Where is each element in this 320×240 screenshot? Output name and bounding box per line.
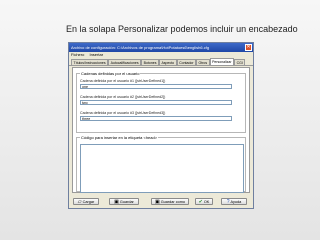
menu-file[interactable]: Fichero — [71, 52, 84, 57]
tab-buttons[interactable]: Botones — [141, 59, 159, 65]
help-button[interactable]: ?Ayuda — [221, 198, 247, 205]
load-button[interactable]: ▱Cargar — [73, 198, 99, 205]
menu-insert[interactable]: Insertar — [89, 52, 103, 57]
window-title: Archivo de configuración: C:\Archivos de… — [71, 45, 210, 50]
field-2-input[interactable]: two — [80, 100, 232, 105]
tab-appearance[interactable]: Aspecto — [158, 59, 177, 65]
field-2-label: Cadena definida por el usuario #2 ([strU… — [80, 95, 166, 99]
folder-icon: ▱ — [77, 199, 82, 205]
save-as-icon: ▣ — [154, 199, 160, 205]
field-1-label: Cadena definida por el usuario #1 ([strU… — [80, 79, 166, 83]
tab-titles[interactable]: Títulos/Instrucciones — [71, 59, 109, 65]
tab-strip: Títulos/Instrucciones Autocalificaciones… — [69, 58, 253, 66]
tab-customize[interactable]: Personalizar — [209, 58, 235, 65]
config-window: Archivo de configuración: C:\Archivos de… — [68, 42, 254, 209]
field-1-input[interactable]: one — [80, 84, 232, 89]
save-icon: ▣ — [114, 199, 119, 205]
button-bar: ▱Cargar ▣Guardar ▣Guardar como ✔OK ?Ayud… — [69, 197, 253, 207]
save-button[interactable]: ▣Guardar — [109, 198, 139, 205]
field-3-label: Cadena definida por el usuario #3 ([strU… — [80, 111, 166, 115]
save-as-button[interactable]: ▣Guardar como — [151, 198, 189, 205]
custom-strings-title: Cadenas definidas por el usuario — [80, 71, 141, 76]
check-icon: ✔ — [198, 199, 203, 205]
close-icon[interactable]: ✕ — [245, 44, 252, 51]
head-code-textarea[interactable] — [80, 144, 244, 193]
tab-counter[interactable]: Contador — [176, 59, 197, 65]
customize-panel: Cadenas definidas por el usuario Cadena … — [72, 67, 250, 193]
head-code-title: Código para insertar en la etiqueta <hea… — [80, 135, 159, 140]
tab-autograding[interactable]: Autocalificaciones — [108, 59, 142, 65]
ok-button[interactable]: ✔OK — [195, 198, 213, 205]
tab-cgi[interactable]: CGI — [234, 59, 246, 65]
slide-caption: En la solapa Personalizar podemos inclui… — [66, 24, 298, 34]
tab-others[interactable]: Otros — [196, 59, 210, 65]
field-3-input[interactable]: three — [80, 116, 232, 121]
help-icon: ? — [226, 199, 230, 205]
window-titlebar[interactable]: Archivo de configuración: C:\Archivos de… — [69, 43, 253, 52]
custom-strings-group: Cadenas definidas por el usuario Cadena … — [76, 71, 246, 133]
head-code-group: Código para insertar en la etiqueta <hea… — [76, 135, 246, 193]
